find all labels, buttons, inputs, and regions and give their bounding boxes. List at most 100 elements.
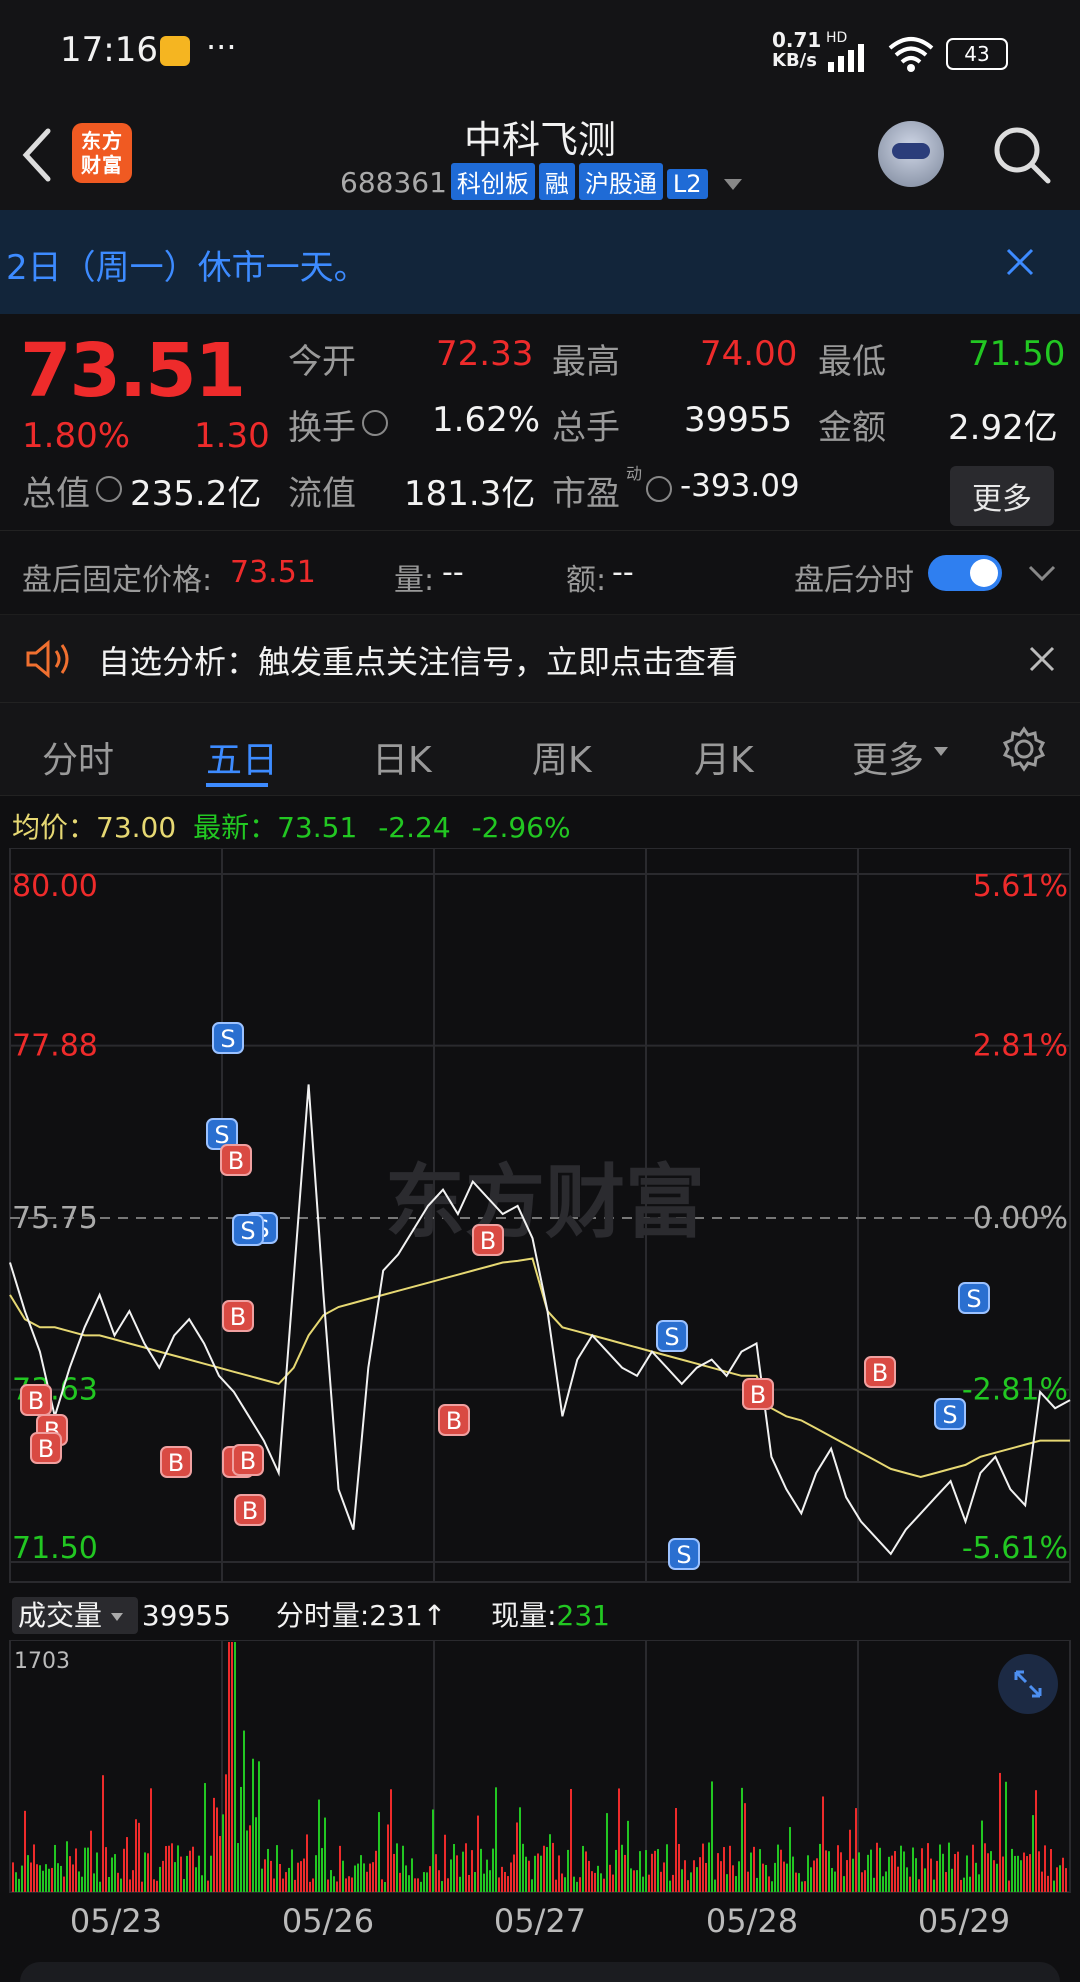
volume-bar	[264, 1859, 266, 1892]
volume-bar	[969, 1876, 971, 1892]
volume-bar	[87, 1847, 89, 1892]
float-label: 流值	[288, 474, 356, 514]
price-tick-label: 80.00	[12, 869, 98, 904]
volume-bar	[825, 1850, 827, 1892]
date-axis-label: 05/23	[70, 1902, 162, 1940]
volume-bar	[804, 1881, 806, 1892]
volume-bar	[921, 1848, 923, 1892]
volume-bar	[927, 1843, 929, 1892]
sell-marker-label: S	[220, 1025, 235, 1053]
turnover-value: 1.62%	[432, 400, 541, 440]
volume-bar	[591, 1871, 593, 1892]
more-button[interactable]: 更多	[950, 466, 1054, 526]
volume-bar	[471, 1850, 473, 1892]
info-icon[interactable]	[96, 476, 122, 502]
tab-monthly-k[interactable]: 月K	[694, 731, 754, 783]
volume-bar	[525, 1856, 527, 1892]
buy-marker-label: B	[242, 1497, 258, 1525]
volume-bar	[267, 1848, 269, 1892]
clock: 17:16	[60, 30, 158, 70]
volume-bar	[870, 1849, 872, 1892]
volume-bar	[273, 1878, 275, 1892]
pe-value: -393.09	[680, 468, 800, 504]
volume-bar	[426, 1872, 428, 1892]
volume-bar	[51, 1867, 53, 1892]
volume-bar	[1023, 1852, 1025, 1892]
pe-dynamic-mark: 动	[626, 464, 643, 483]
volume-bar	[489, 1870, 491, 1892]
float-value: 181.3亿	[404, 474, 536, 514]
close-icon[interactable]	[1004, 246, 1036, 278]
tab-daily-k[interactable]: 日K	[372, 731, 432, 783]
volume-bar	[603, 1878, 605, 1892]
search-icon[interactable]	[990, 123, 1054, 187]
chevron-down-icon	[934, 747, 948, 756]
volume-bar	[660, 1871, 662, 1892]
volume-bar	[516, 1822, 518, 1892]
volume-bar	[246, 1830, 248, 1892]
volume-bar	[771, 1881, 773, 1892]
volume-bar	[459, 1876, 461, 1892]
volume-bar	[351, 1877, 353, 1892]
volume-bar	[549, 1834, 551, 1892]
market-notice-banner[interactable]: 2日（周一）休市一天。	[0, 210, 1080, 314]
volume-bar	[33, 1844, 35, 1892]
volume-bar	[801, 1881, 803, 1892]
expand-chevron-icon[interactable]	[1026, 561, 1058, 585]
volume-bar	[1029, 1854, 1031, 1892]
volume-bar	[1011, 1848, 1013, 1892]
sell-marker-label: S	[966, 1285, 981, 1313]
after-hours-toggle[interactable]	[928, 555, 1002, 591]
info-icon[interactable]	[646, 476, 672, 502]
volume-bar	[72, 1864, 74, 1892]
volume-bar	[120, 1878, 122, 1892]
volume-bar	[774, 1862, 776, 1892]
volume-bar	[468, 1874, 470, 1892]
tab-five-day[interactable]: 五日	[206, 731, 278, 783]
tab-more[interactable]: 更多	[852, 731, 924, 783]
volume-bar	[291, 1849, 293, 1892]
gear-icon[interactable]	[1000, 725, 1048, 773]
volume-bar	[840, 1852, 842, 1892]
volume-bar	[84, 1847, 86, 1892]
volume-bar	[231, 1642, 233, 1892]
net-speed-unit: KB/s	[772, 50, 817, 71]
robot-assistant-icon[interactable]	[878, 121, 944, 187]
volume-indicator-select[interactable]: 成交量	[12, 1597, 138, 1634]
volume-bar	[387, 1824, 389, 1892]
stock-code-row[interactable]: 688361 科创板融沪股通 L2	[340, 163, 743, 200]
volume-bar	[858, 1852, 860, 1892]
volume-bar	[645, 1850, 647, 1892]
volume-bar	[678, 1843, 680, 1892]
buy-marker-label: B	[872, 1359, 888, 1387]
volume-bar	[1035, 1790, 1037, 1892]
volume-bar	[396, 1843, 398, 1892]
volume-bar	[834, 1871, 836, 1892]
volume-bar	[501, 1866, 503, 1892]
close-icon[interactable]	[1028, 645, 1056, 673]
volume-chart[interactable]: 1703 05/23 05/26 05/27 05/28 05/29	[0, 1640, 1080, 1950]
volume-bar	[936, 1860, 938, 1892]
info-icon[interactable]	[362, 410, 388, 436]
volume-bar	[795, 1872, 797, 1892]
volume-total: 39955	[141, 1599, 231, 1632]
analysis-alert-banner[interactable]: 自选分析：触发重点关注信号，立即点击查看	[0, 614, 1080, 703]
buy-marker-label: B	[230, 1303, 246, 1331]
volume-bar	[483, 1873, 485, 1892]
volume-bar	[96, 1852, 98, 1892]
volume-bar	[429, 1866, 431, 1892]
volume-bar	[720, 1861, 722, 1892]
five-day-price-chart[interactable]: 80.00 5.61%77.88 2.81%75.75 0.00%73.63 -2.81…	[0, 848, 1080, 1588]
volume-bar	[306, 1834, 308, 1892]
tab-intraday[interactable]: 分时	[42, 731, 114, 783]
volume-bar	[258, 1761, 260, 1892]
volume-bar	[105, 1847, 107, 1892]
volume-bar	[933, 1879, 935, 1892]
low-label: 最低	[818, 342, 886, 382]
volume-bar	[294, 1879, 296, 1892]
buy-marker-label: B	[480, 1227, 496, 1255]
stock-code: 688361	[340, 166, 447, 199]
tab-weekly-k[interactable]: 周K	[532, 731, 592, 783]
volume-bar	[138, 1822, 140, 1892]
volume-bar	[540, 1855, 542, 1892]
